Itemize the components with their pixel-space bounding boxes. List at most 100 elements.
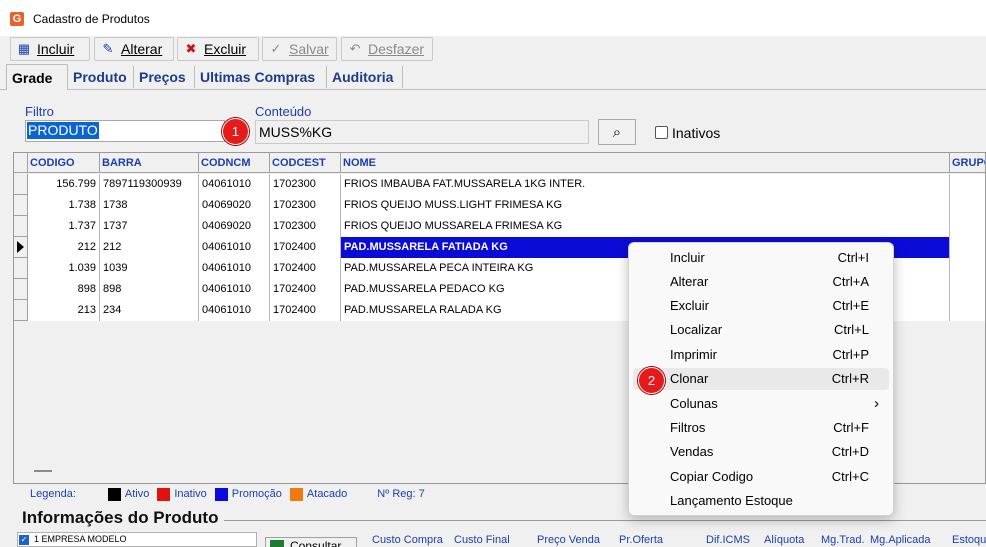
menu-item-vendas[interactable]: Vendas Ctrl+D xyxy=(633,441,889,463)
menu-shortcut: Ctrl+F xyxy=(833,420,869,435)
menu-item-alterar[interactable]: Alterar Ctrl+A xyxy=(633,271,889,293)
submenu-chevron-icon: › xyxy=(874,395,879,412)
cell-codcest: 1702400 xyxy=(270,300,341,321)
inativos-checkbox[interactable] xyxy=(655,126,668,139)
header-custo-final: Custo Final xyxy=(454,534,510,546)
binoculars-icon: ⌕ xyxy=(612,123,622,141)
cell-codigo: 1.039 xyxy=(28,258,100,279)
salvar-label: Salvar xyxy=(289,41,329,57)
conteudo-label: Conteúdo xyxy=(255,104,312,119)
cell-codncm: 04061010 xyxy=(199,279,270,300)
cell-codigo: 1.738 xyxy=(28,195,100,216)
empresa-list[interactable]: 1 EMPRESA MODELO xyxy=(17,532,257,547)
tab-ultimas-compras[interactable]: Ultimas Compras xyxy=(195,66,327,88)
excluir-label: Excluir xyxy=(204,41,247,57)
legend-swatch-ativo xyxy=(107,487,121,501)
menu-shortcut: Ctrl+P xyxy=(832,347,869,362)
info-section-title: Informações do Produto xyxy=(22,508,219,527)
empresa-checkbox[interactable]: ✓ xyxy=(19,535,29,545)
step-badge-1: 1 xyxy=(222,118,249,145)
cell-grupo xyxy=(950,237,985,258)
excluir-button[interactable]: ✖ Excluir xyxy=(177,37,259,61)
header-mg-aplicada: Mg.Aplicada xyxy=(870,534,931,546)
window-title: Cadastro de Produtos xyxy=(33,12,150,26)
row-indicator-current[interactable] xyxy=(14,237,28,258)
tab-grade[interactable]: Grade xyxy=(6,64,68,90)
cell-codcest: 1702300 xyxy=(270,174,341,195)
menu-item-copiar-codigo[interactable]: Copiar Codigo Ctrl+C xyxy=(633,466,889,488)
tab-produto[interactable]: Produto xyxy=(68,66,134,88)
column-header-codncm[interactable]: CODNCM xyxy=(199,153,270,173)
menu-shortcut: Ctrl+A xyxy=(832,274,869,289)
cell-codncm: 04061010 xyxy=(199,258,270,279)
menu-item-clonar[interactable]: Clonar Ctrl+R xyxy=(633,368,889,390)
new-record-icon: ▦ xyxy=(17,41,31,56)
scrollbar-thumb[interactable] xyxy=(34,470,52,472)
cell-codcest: 1702400 xyxy=(270,258,341,279)
column-header-codigo[interactable]: CODIGO xyxy=(28,153,100,173)
table-row[interactable]: 1.738 1738 04069020 1702300 FRIOS QUEIJO… xyxy=(28,195,985,216)
menu-shortcut: Ctrl+L xyxy=(833,322,869,337)
table-row[interactable]: 1.737 1737 04069020 1702300 FRIOS QUEIJO… xyxy=(28,216,985,237)
conteudo-input[interactable]: MUSS%KG xyxy=(255,120,589,144)
cell-nome: FRIOS IMBAUBA FAT.MUSSARELA 1KG INTER. xyxy=(341,174,950,195)
header-aliquota: Alíquota xyxy=(764,534,805,546)
incluir-label: Incluir xyxy=(37,41,75,57)
step-badge-2: 2 xyxy=(638,367,665,394)
menu-label: Colunas xyxy=(670,396,718,411)
legend-swatch-inativo xyxy=(157,487,171,501)
incluir-button[interactable]: ▦ Incluir xyxy=(10,37,90,61)
cell-grupo xyxy=(950,258,985,279)
header-pr-oferta: Pr.Oferta xyxy=(619,534,664,546)
menu-shortcut: Ctrl+I xyxy=(837,250,869,265)
menu-label: Copiar Codigo xyxy=(670,469,754,484)
menu-label: Lançamento Estoque xyxy=(670,493,793,508)
cell-grupo xyxy=(950,195,985,216)
legend-label: Legenda: xyxy=(30,488,76,500)
edit-icon: ✎ xyxy=(102,41,114,56)
alterar-button[interactable]: ✎ Alterar xyxy=(94,37,174,61)
menu-item-excluir[interactable]: Excluir Ctrl+E xyxy=(633,295,889,317)
cell-codcest: 1702400 xyxy=(270,279,341,300)
menu-item-lancamento-estoque[interactable]: Lançamento Estoque xyxy=(633,490,889,512)
cell-nome: FRIOS QUEIJO MUSSARELA FRIMESA KG xyxy=(341,216,950,237)
legend-inativo: Inativo xyxy=(174,488,207,500)
menu-label: Clonar xyxy=(670,371,709,386)
desfazer-button[interactable]: ↶ Desfazer xyxy=(341,37,433,61)
column-header-grupo[interactable]: GRUPO xyxy=(950,153,985,173)
section-divider xyxy=(224,520,986,521)
row-indicator[interactable] xyxy=(14,258,28,279)
menu-item-filtros[interactable]: Filtros Ctrl+F xyxy=(633,417,889,439)
grid-corner xyxy=(14,153,28,173)
table-row[interactable]: 156.799 7897119300939 04061010 1702300 F… xyxy=(28,174,985,195)
column-header-barra[interactable]: BARRA xyxy=(100,153,199,173)
menu-label: Alterar xyxy=(670,274,709,289)
menu-item-imprimir[interactable]: Imprimir Ctrl+P xyxy=(633,344,889,366)
row-indicator[interactable] xyxy=(14,300,28,321)
row-indicator[interactable] xyxy=(14,195,28,216)
search-button[interactable]: ⌕ xyxy=(598,119,636,145)
menu-item-colunas[interactable]: Colunas › xyxy=(633,393,889,415)
header-custo-compra: Custo Compra xyxy=(372,534,443,546)
salvar-button[interactable]: ✓ Salvar xyxy=(262,37,337,61)
cell-nome: FRIOS QUEIJO MUSS.LIGHT FRIMESA KG xyxy=(341,195,950,216)
cell-grupo xyxy=(950,174,985,195)
tab-auditoria[interactable]: Auditoria xyxy=(327,66,403,88)
consultar-icon xyxy=(270,540,284,547)
row-indicator[interactable] xyxy=(14,216,28,237)
cell-barra: 212 xyxy=(100,237,199,258)
menu-label: Localizar xyxy=(670,322,723,337)
column-header-codcest[interactable]: CODCEST xyxy=(270,153,341,173)
column-header-nome[interactable]: NOME xyxy=(341,153,950,173)
menu-item-localizar[interactable]: Localizar Ctrl+L xyxy=(633,319,889,341)
tab-precos[interactable]: Preços xyxy=(134,66,195,88)
undo-icon: ↶ xyxy=(349,41,361,56)
menu-shortcut: Ctrl+R xyxy=(831,371,869,386)
menu-item-incluir[interactable]: Incluir Ctrl+I xyxy=(633,247,889,269)
cell-barra: 1737 xyxy=(100,216,199,237)
row-indicator[interactable] xyxy=(14,174,28,195)
legend-ativo: Ativo xyxy=(124,488,150,500)
cell-grupo xyxy=(950,300,985,321)
row-indicator[interactable] xyxy=(14,279,28,300)
menu-label: Vendas xyxy=(670,444,714,459)
